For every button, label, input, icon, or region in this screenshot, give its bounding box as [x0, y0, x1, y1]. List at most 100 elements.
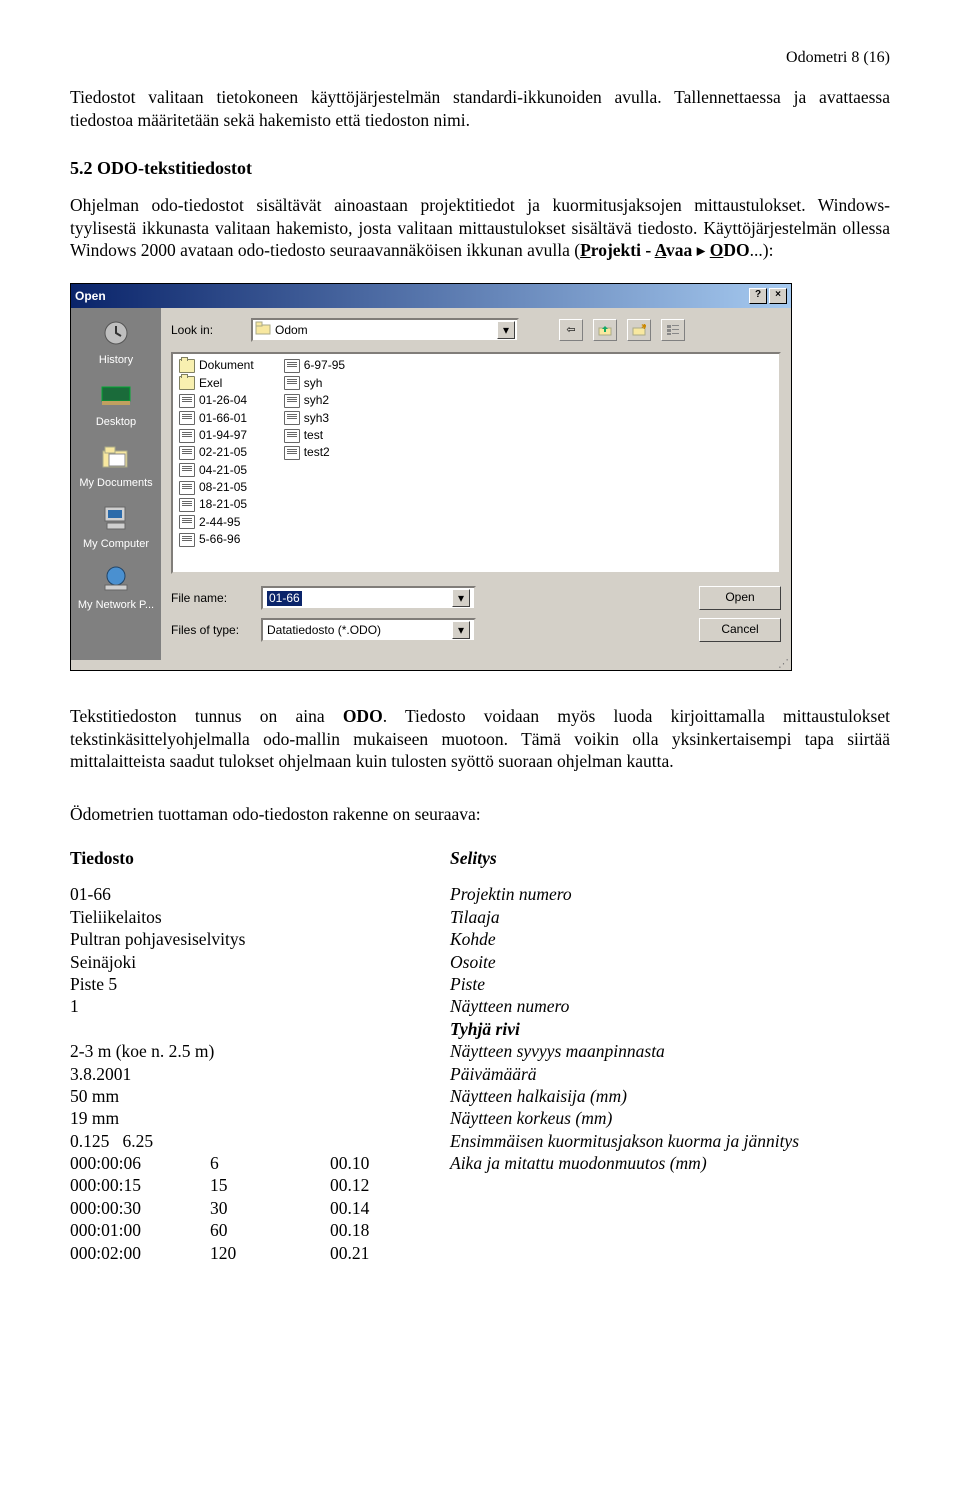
structure-row: 19 mmNäytteen korkeus (mm): [70, 1107, 890, 1129]
file-list-item[interactable]: syh3: [284, 411, 345, 426]
mycomputer-icon: [97, 500, 135, 534]
structure-cell-file: 50 mm: [70, 1085, 450, 1107]
structure-cell-desc: Aika ja mitattu muodonmuutos (mm): [450, 1152, 707, 1174]
structure-cell-desc: Näytteen syvyys maanpinnasta: [450, 1040, 665, 1062]
lookin-combobox[interactable]: Odom ▾: [251, 318, 519, 342]
desktop-icon: [97, 378, 135, 412]
places-desktop[interactable]: Desktop: [74, 378, 158, 429]
structure-cell-desc: Projektin numero: [450, 883, 572, 905]
file-item-label: 02-21-05: [199, 445, 247, 460]
structure-cell-desc: Piste: [450, 973, 485, 995]
file-list-item[interactable]: 5-66-96: [179, 532, 254, 547]
back-button[interactable]: ⇦: [559, 319, 583, 341]
mynetwork-icon: [97, 561, 135, 595]
file-item-label: 5-66-96: [199, 532, 240, 547]
file-list-item[interactable]: 04-21-05: [179, 463, 254, 478]
filename-input[interactable]: 01-66 ▾: [261, 586, 476, 610]
structure-row: 000:00:06600.10Aika ja mitattu muodonmuu…: [70, 1152, 890, 1174]
chevron-down-icon[interactable]: ▾: [497, 321, 515, 339]
file-list-item[interactable]: 6-97-95: [284, 358, 345, 373]
structure-row: 1Näytteen numero: [70, 995, 890, 1017]
structure-row: SeinäjokiOsoite: [70, 951, 890, 973]
file-icon: [284, 429, 300, 443]
file-icon: [179, 429, 195, 443]
structure-row: 000:02:0012000.21: [70, 1242, 890, 1264]
file-icon: [179, 394, 195, 408]
lookin-value: Odom: [275, 323, 308, 338]
page-header-right: Odometri 8 (16): [70, 48, 890, 68]
file-icon: [284, 446, 300, 460]
structure-cell-file: 2-3 m (koe n. 2.5 m): [70, 1040, 450, 1062]
filetype-label: Files of type:: [171, 623, 251, 638]
structure-cell-desc: Päivämäärä: [450, 1063, 537, 1085]
file-list-item[interactable]: Exel: [179, 376, 254, 391]
paragraph-intro: Tiedostot valitaan tietokoneen käyttöjär…: [70, 86, 890, 131]
paragraph-after-dialog: Tekstitiedoston tunnus on aina ODO. Tied…: [70, 705, 890, 772]
structure-cell-desc: Tyhjä rivi: [450, 1018, 520, 1040]
cancel-button[interactable]: Cancel: [699, 618, 781, 642]
structure-cell-file: 000:00:303000.14: [70, 1197, 450, 1219]
structure-row: 01-66Projektin numero: [70, 883, 890, 905]
file-list-item[interactable]: 01-94-97: [179, 428, 254, 443]
new-folder-button[interactable]: ✱: [627, 319, 651, 341]
places-mydocuments[interactable]: My Documents: [74, 439, 158, 490]
chevron-down-icon[interactable]: ▾: [452, 621, 470, 639]
file-icon: [179, 533, 195, 547]
file-list[interactable]: Dokument Exel 01-26-04 01-66-01 01-94-97 02-2…: [171, 352, 781, 574]
structure-row: 2-3 m (koe n. 2.5 m)Näytteen syvyys maan…: [70, 1040, 890, 1062]
file-list-item[interactable]: 18-21-05: [179, 497, 254, 512]
resize-grip-icon[interactable]: ⋰: [71, 660, 791, 670]
open-button[interactable]: Open: [699, 586, 781, 610]
file-list-item[interactable]: 02-21-05: [179, 445, 254, 460]
structure-row: 000:00:151500.12: [70, 1174, 890, 1196]
structure-row: 000:01:006000.18: [70, 1219, 890, 1241]
file-list-item[interactable]: syh: [284, 376, 345, 391]
file-item-label: 2-44-95: [199, 515, 240, 530]
structure-table-header: Tiedosto Selitys: [70, 847, 890, 869]
places-mynetwork[interactable]: My Network P...: [74, 561, 158, 612]
file-list-item[interactable]: syh2: [284, 393, 345, 408]
file-list-item[interactable]: Dokument: [179, 358, 254, 373]
file-icon: [179, 463, 195, 477]
up-one-level-button[interactable]: [593, 319, 617, 341]
dialog-titlebar[interactable]: Open ? ×: [71, 284, 791, 308]
places-bar: History Desktop My Documents My Computer…: [71, 308, 161, 660]
titlebar-close-button[interactable]: ×: [769, 288, 787, 304]
file-list-item[interactable]: 08-21-05: [179, 480, 254, 495]
structure-cell-desc: Ensimmäisen kuormitusjakson kuorma ja jä…: [450, 1130, 799, 1152]
filetype-combobox[interactable]: Datatiedosto (*.ODO) ▾: [261, 618, 476, 642]
file-item-label: 08-21-05: [199, 480, 247, 495]
file-list-item[interactable]: 01-66-01: [179, 411, 254, 426]
structure-cell-desc: Osoite: [450, 951, 496, 973]
open-dialog: Open ? × History Desktop My Documents My…: [70, 283, 792, 671]
file-icon: [179, 498, 195, 512]
views-button[interactable]: [661, 319, 685, 341]
file-item-label: syh3: [304, 411, 329, 426]
structure-cell-desc: Kohde: [450, 928, 496, 950]
col-header-selitys: Selitys: [450, 847, 497, 869]
structure-cell-desc: Näytteen halkaisija (mm): [450, 1085, 627, 1107]
menu-path: Projekti - Avaa ▸ ODO: [580, 240, 750, 260]
mydocuments-icon: [97, 439, 135, 473]
structure-cell-file: 0.125 6.25: [70, 1130, 450, 1152]
structure-cell-file: 01-66: [70, 883, 450, 905]
structure-cell-desc: Näytteen numero: [450, 995, 569, 1017]
file-list-item[interactable]: test2: [284, 445, 345, 460]
titlebar-help-button[interactable]: ?: [749, 288, 767, 304]
places-mycomputer[interactable]: My Computer: [74, 500, 158, 551]
file-list-item[interactable]: 2-44-95: [179, 515, 254, 530]
places-history[interactable]: History: [74, 316, 158, 367]
structure-cell-file: Tieliikelaitos: [70, 906, 450, 928]
file-item-label: syh2: [304, 393, 329, 408]
file-icon: [284, 411, 300, 425]
folder-icon: [179, 359, 195, 373]
file-list-item[interactable]: test: [284, 428, 345, 443]
svg-text:✱: ✱: [641, 324, 646, 331]
structure-row: 000:00:303000.14: [70, 1197, 890, 1219]
file-item-label: 6-97-95: [304, 358, 345, 373]
structure-row: 3.8.2001Päivämäärä: [70, 1063, 890, 1085]
chevron-down-icon[interactable]: ▾: [452, 589, 470, 607]
structure-tabular-body: 000:00:06600.10Aika ja mitattu muodonmuu…: [70, 1152, 890, 1264]
file-item-label: 18-21-05: [199, 497, 247, 512]
file-list-item[interactable]: 01-26-04: [179, 393, 254, 408]
